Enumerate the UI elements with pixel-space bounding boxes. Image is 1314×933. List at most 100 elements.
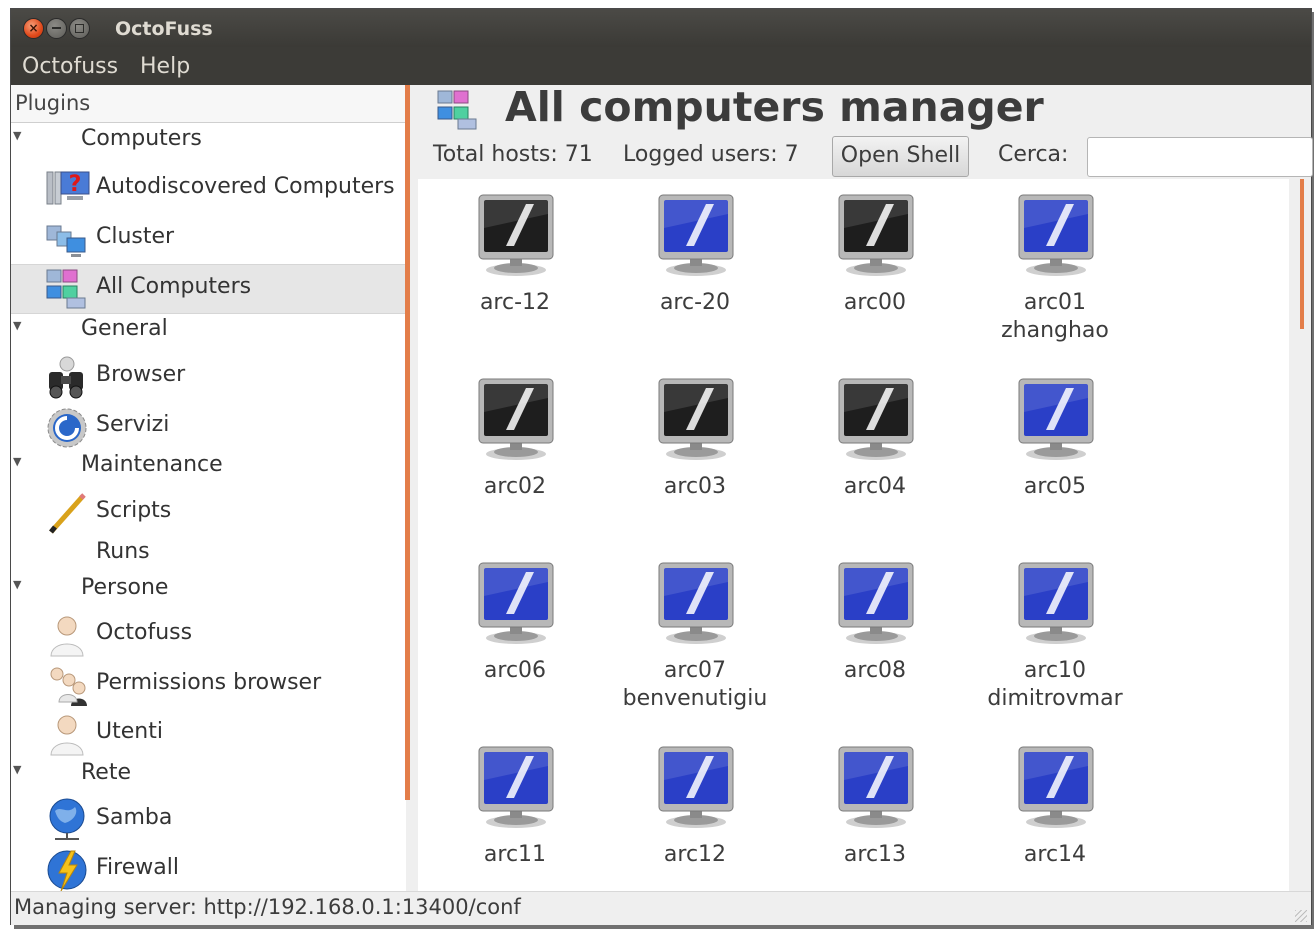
menu-help[interactable]: Help [140,54,190,79]
sidebar-item-cluster[interactable]: Cluster [11,215,406,263]
monitor-offline-icon [838,194,914,276]
monitor-online-icon [478,562,554,644]
menu-octofuss[interactable]: Octofuss [22,54,118,79]
host-item[interactable]: arc12 [620,731,770,906]
sidebar-item-octofuss[interactable]: Octofuss [11,611,406,659]
monitor-online-icon [1018,746,1094,828]
host-item[interactable]: arc04 [800,363,950,538]
sidebar-item-browser[interactable]: Browser [11,353,406,401]
host-item[interactable]: arc03 [620,363,770,538]
svg-text:?: ? [69,172,82,197]
host-item[interactable]: arc13 [800,731,950,906]
sidebar-item-label: Runs [96,539,150,564]
host-name: arc11 [483,842,547,867]
sidebar-item-label: Browser [96,362,186,387]
sidebar-item-label: Autodiscovered Computers [96,174,395,199]
host-item[interactable]: arc10 dimitrovmar [980,547,1130,722]
sidebar-item-label: Cluster [96,224,175,249]
group-label: General [81,316,168,341]
monitor-offline-icon [478,378,554,460]
expander-icon[interactable]: ▼ [13,129,21,142]
host-item[interactable]: arc01 zhanghao [980,179,1130,354]
host-item[interactable]: arc02 [440,363,590,538]
group-label: Maintenance [81,452,223,477]
host-item[interactable]: arc14 [980,731,1130,906]
host-name: arc10 [1023,658,1087,683]
host-item[interactable]: arc07 benvenutigiu [620,547,770,722]
autodiscover-icon: ? [46,171,90,205]
users-group-icon [50,667,87,706]
host-item[interactable]: arc-12 [440,179,590,354]
all-computers-icon [437,90,477,130]
host-name: arc03 [663,474,727,499]
host-logged-user: dimitrovmar [987,686,1123,711]
monitor-online-icon [838,562,914,644]
tree-group-rete[interactable]: ▼ Rete [11,757,406,797]
sidebar-header[interactable]: Plugins [11,85,406,123]
sidebar-item-scripts[interactable]: Scripts [11,489,406,537]
hosts-scrollbar[interactable] [1300,179,1304,329]
sidebar-item-runs[interactable]: Runs [11,533,406,573]
monitor-online-icon [658,194,734,276]
sidebar-item-label: Octofuss [96,620,193,645]
maximize-button[interactable] [69,18,90,39]
sidebar-item-label: Utenti [96,719,163,744]
tree-group-maintenance[interactable]: ▼ Maintenance [11,449,406,489]
sidebar-item-utenti[interactable]: Utenti [11,710,406,758]
host-name: arc05 [1023,474,1087,499]
expander-icon[interactable]: ▼ [13,763,21,776]
host-logged-user: benvenutigiu [622,686,768,711]
sidebar-item-firewall[interactable]: Firewall [11,846,406,891]
sidebar-item-label: Samba [96,805,173,830]
resize-grip-icon[interactable] [1295,910,1307,922]
host-name: arc01 [1023,290,1087,315]
minimize-icon [52,27,61,29]
sidebar-item-servizi[interactable]: Servizi [11,403,406,451]
host-item[interactable]: arc11 [440,731,590,906]
logged-users-label: Logged users: 7 [623,142,799,167]
close-button[interactable]: × [23,18,44,39]
host-item[interactable]: arc05 [980,363,1130,538]
tree-group-persone[interactable]: ▼ Persone [11,572,406,612]
host-logged-user: zhanghao [1001,318,1109,343]
host-item[interactable]: arc06 [440,547,590,722]
host-item[interactable]: arc-20 [620,179,770,354]
tree-group-computers[interactable]: ▼ Computers [11,123,406,163]
host-name: arc07 [663,658,727,683]
sidebar-item-all-computers[interactable]: All Computers [11,264,406,314]
host-name: arc14 [1023,842,1087,867]
host-name: arc-20 [659,290,731,315]
all-computers-icon [46,269,86,309]
expander-icon[interactable]: ▼ [13,319,21,332]
maximize-icon [75,24,84,33]
host-item[interactable]: arc00 [800,179,950,354]
title-bar[interactable]: × OctoFuss [11,9,1311,47]
minimize-button[interactable] [46,18,67,39]
status-bar: Managing server: http://192.168.0.1:1340… [11,891,1311,925]
pencil-icon [49,493,86,534]
group-label: Computers [81,126,202,151]
sidebar-item-samba[interactable]: Samba [11,796,406,844]
sidebar-item-label: Servizi [96,412,170,437]
tree-group-general[interactable]: ▼ General [11,313,406,353]
monitor-online-icon [1018,562,1094,644]
window-title: OctoFuss [115,18,213,40]
host-item[interactable]: arc08 [800,547,950,722]
host-name: arc08 [843,658,907,683]
pane-splitter[interactable] [410,85,418,891]
globe-lightning-icon [47,850,87,891]
search-input[interactable] [1087,137,1313,177]
sidebar-item-label: Permissions browser [96,670,322,695]
open-shell-button[interactable]: Open Shell [832,136,969,177]
globe-network-icon [49,798,85,840]
expander-icon[interactable]: ▼ [13,578,21,591]
host-name: arc13 [843,842,907,867]
main-content: All computers manager Total hosts: 71 Lo… [418,83,1313,891]
expander-icon[interactable]: ▼ [13,455,21,468]
page-title: All computers manager [505,83,1044,131]
sidebar-item-autodiscovered-computers[interactable]: ? Autodiscovered Computers [11,165,406,213]
user-icon [50,616,84,657]
monitor-online-icon [1018,378,1094,460]
close-icon: × [28,21,39,35]
sidebar-item-permissions-browser[interactable]: Permissions browser [11,661,406,709]
